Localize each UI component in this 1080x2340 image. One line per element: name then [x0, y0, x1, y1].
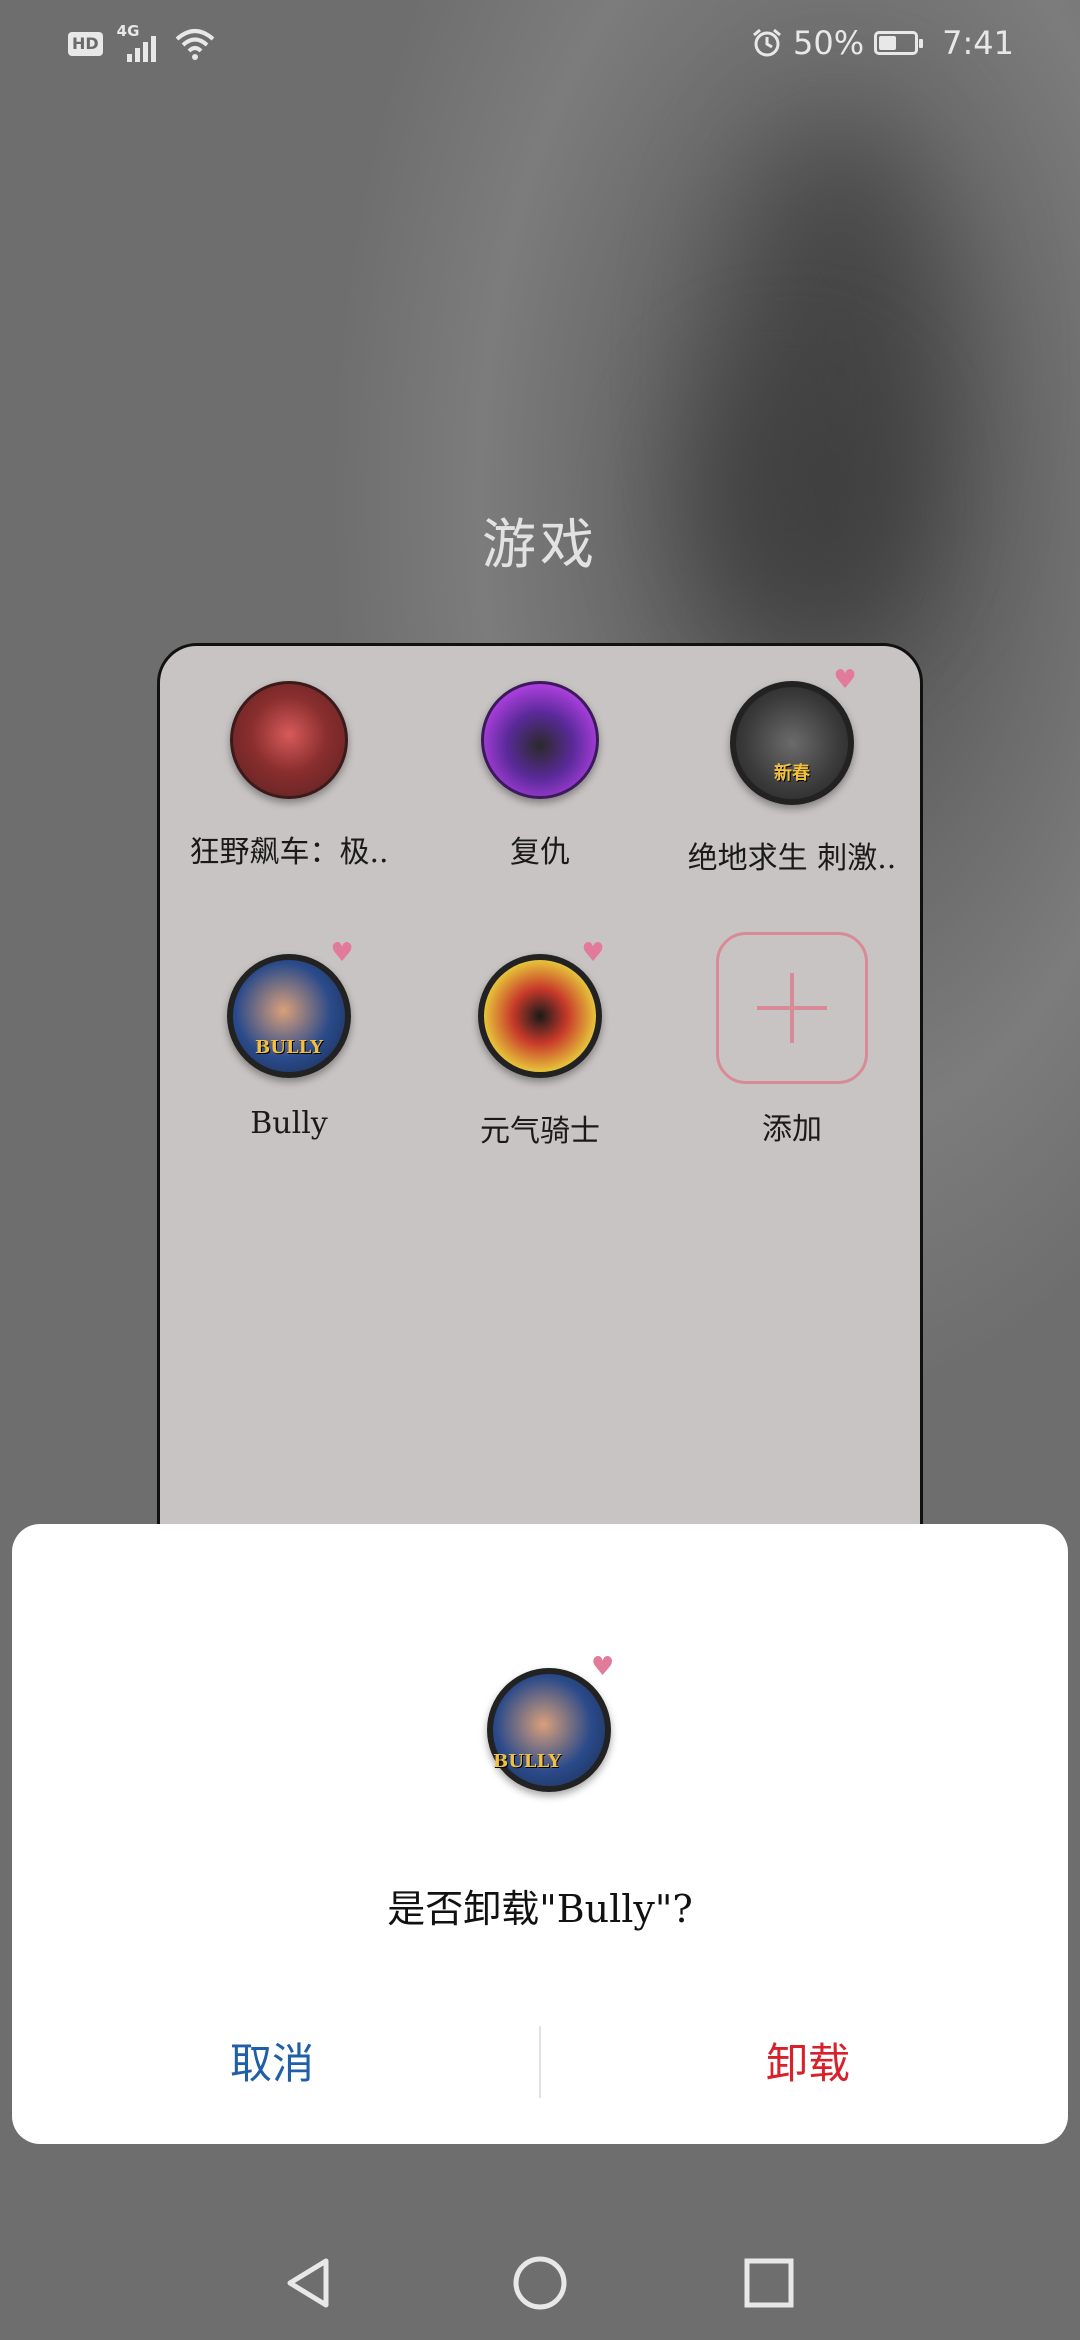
app-label: 复仇	[510, 835, 570, 870]
recents-icon[interactable]	[739, 2253, 799, 2313]
app-label: 元气骑士	[480, 1114, 600, 1149]
racing-game-icon	[230, 681, 348, 799]
heart-icon: ♥	[581, 938, 605, 968]
app-add[interactable]: 添加	[667, 932, 917, 1148]
clock: 7:41	[942, 24, 1014, 62]
icon-badge-text: BULLY	[493, 1751, 561, 1772]
navigation-bar	[0, 2215, 1080, 2340]
heart-icon: ♥	[330, 938, 354, 968]
bully-game-icon: ♥ BULLY	[227, 940, 354, 1078]
pubg-game-icon: ♥ 新春	[730, 667, 857, 805]
hd-icon: HD	[68, 32, 103, 56]
app-pubg[interactable]: ♥ 新春 绝地求生 刺激..	[667, 667, 917, 877]
cancel-button[interactable]: 取消	[12, 2024, 532, 2104]
battery-percent: 50%	[793, 24, 865, 62]
soul-knight-game-icon: ♥	[478, 940, 605, 1078]
button-divider	[539, 2026, 541, 2098]
uninstall-dialog: ♥ BULLY 是否卸载"Bully"? 取消 卸载	[12, 1524, 1068, 2144]
app-label: 绝地求生 刺激..	[687, 841, 897, 876]
app-bully[interactable]: ♥ BULLY Bully	[164, 940, 414, 1141]
dialog-message: 是否卸载"Bully"?	[387, 1887, 693, 1931]
home-icon[interactable]	[510, 2253, 570, 2313]
bully-app-icon: ♥ BULLY	[487, 1654, 614, 1792]
wifi-icon	[175, 29, 214, 60]
battery-icon	[874, 31, 924, 55]
app-label: 添加	[762, 1112, 822, 1147]
signal-icon: 4G	[117, 22, 161, 62]
app-revenge[interactable]: 复仇	[415, 681, 665, 871]
icon-badge-text: 新春	[774, 763, 810, 784]
revenge-game-icon	[481, 681, 599, 799]
uninstall-button[interactable]: 卸载	[548, 2024, 1068, 2104]
add-icon[interactable]	[716, 932, 868, 1084]
heart-icon: ♥	[833, 665, 857, 695]
folder-title[interactable]: 游戏	[0, 500, 1080, 579]
app-label: Bully	[250, 1106, 328, 1141]
heart-icon: ♥	[591, 1652, 615, 1682]
status-bar: HD 4G 50% 7:41	[0, 0, 1080, 90]
folder-panel: 狂野飙车：极.. 复仇 ♥ 新春 绝地求生 刺激.. ♥ BULLY Bully…	[157, 643, 923, 1593]
back-icon[interactable]	[280, 2253, 340, 2313]
app-racing[interactable]: 狂野飙车：极..	[164, 681, 414, 871]
alarm-icon	[753, 28, 781, 57]
icon-badge-text: BULLY	[255, 1037, 323, 1058]
app-label: 狂野飙车：极..	[189, 835, 389, 870]
app-soul-knight[interactable]: ♥ 元气骑士	[415, 940, 665, 1150]
battery-level-fill	[879, 36, 897, 50]
